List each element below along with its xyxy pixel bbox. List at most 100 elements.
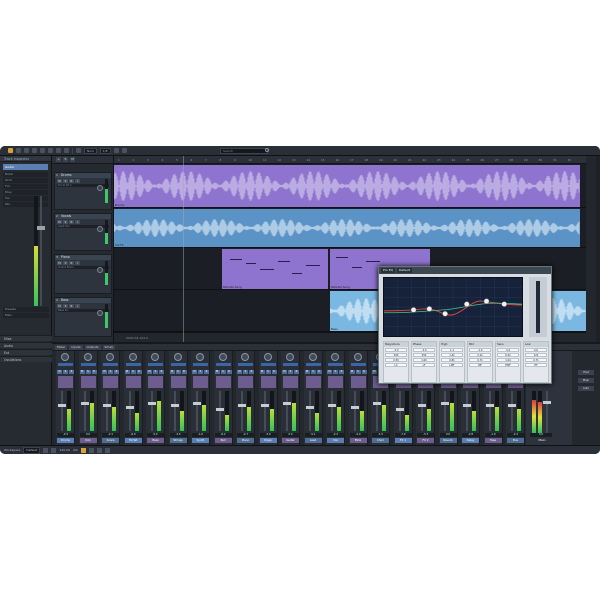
vertical-scrollbar[interactable] xyxy=(586,156,596,342)
mixer-tab[interactable]: Mixer xyxy=(55,344,68,350)
eq-band-param[interactable]: 1.04 xyxy=(497,358,519,362)
mute-button[interactable]: M xyxy=(102,370,107,374)
inspector-section-audio[interactable]: Audio xyxy=(0,342,52,348)
quantize-select[interactable]: 1/8 xyxy=(99,147,111,154)
eq-band-param[interactable]: 2.1k xyxy=(469,353,491,357)
solo-button[interactable]: S xyxy=(108,370,113,374)
search-icon[interactable] xyxy=(265,148,269,152)
rewind-icon[interactable] xyxy=(104,447,110,453)
eraser-tool-icon[interactable] xyxy=(48,148,53,153)
loop-icon[interactable] xyxy=(43,447,49,453)
eq-band-param[interactable]: 4.4 xyxy=(497,348,519,352)
eq-band-param[interactable]: 0.71 xyxy=(469,358,491,362)
undo-icon[interactable] xyxy=(113,148,119,153)
eq-band-param[interactable]: LF xyxy=(413,363,435,367)
auto-button[interactable]: Auto xyxy=(578,386,594,391)
inspector-output-value[interactable]: Main xyxy=(3,313,49,318)
solo-button[interactable]: S xyxy=(243,370,248,374)
send-slot[interactable] xyxy=(305,376,321,388)
mute-button[interactable]: M xyxy=(349,370,355,374)
insert-slot[interactable] xyxy=(148,363,163,366)
monitor-button[interactable]: I xyxy=(75,179,80,183)
pan-knob[interactable] xyxy=(61,353,69,361)
channel-fader[interactable] xyxy=(125,391,134,431)
channel-fader[interactable] xyxy=(485,391,494,431)
solo-button[interactable]: S xyxy=(63,220,68,224)
record-button[interactable]: R xyxy=(294,370,299,374)
channel-fader[interactable] xyxy=(373,391,381,431)
volume-knob[interactable] xyxy=(97,310,103,316)
split-tool-icon[interactable] xyxy=(40,148,45,153)
eq-band-param[interactable]: MF xyxy=(469,363,491,367)
channel-fader[interactable] xyxy=(103,391,111,431)
eq-band-param[interactable]: 1.1 xyxy=(441,348,463,352)
solo-button[interactable]: S xyxy=(288,370,293,374)
solo-button[interactable]: S xyxy=(63,370,68,374)
paint-tool-icon[interactable] xyxy=(56,148,61,153)
send-slot[interactable] xyxy=(125,376,141,388)
record-button[interactable]: R xyxy=(159,370,164,374)
channel-fader[interactable] xyxy=(58,391,66,431)
mixer-tab[interactable]: Outputs xyxy=(84,344,101,350)
track-mute-all-button[interactable]: M xyxy=(70,157,75,162)
record-button[interactable]: R xyxy=(69,370,74,374)
eq-band-param[interactable]: HF xyxy=(525,363,547,367)
eq-band-param[interactable]: 1.4k xyxy=(441,353,463,357)
pan-knob[interactable] xyxy=(241,353,249,361)
mute-button[interactable]: M xyxy=(124,370,130,374)
inspector-row[interactable]: Nuter xyxy=(3,172,48,177)
record-button[interactable]: R xyxy=(204,370,209,374)
inspector-section-mixa[interactable]: Mixa xyxy=(0,335,52,341)
insert-slot[interactable] xyxy=(238,363,253,366)
insert-slot[interactable] xyxy=(58,363,73,366)
channel-fader[interactable] xyxy=(463,391,471,431)
mute-button[interactable]: M xyxy=(259,370,265,374)
stop-icon[interactable] xyxy=(96,447,102,453)
channel-fader[interactable] xyxy=(395,391,404,431)
mute-button[interactable]: M xyxy=(57,304,62,308)
inspector-row[interactable]: Dlay xyxy=(3,190,48,195)
record-button[interactable]: R xyxy=(226,370,232,374)
workspace-select[interactable]: Default xyxy=(23,446,41,454)
solo-button[interactable]: S xyxy=(220,370,226,374)
pan-knob[interactable] xyxy=(106,353,114,361)
channel-fader[interactable] xyxy=(305,391,314,431)
inspector-row[interactable]: Fcn xyxy=(3,184,48,189)
pan-knob[interactable] xyxy=(173,353,182,361)
track-solo-all-button[interactable]: S xyxy=(63,157,68,162)
mute-button[interactable]: M xyxy=(372,370,377,374)
channel-fader[interactable] xyxy=(238,391,246,431)
record-button[interactable]: R xyxy=(249,370,254,374)
eq-band-param[interactable]: 250 xyxy=(413,353,435,357)
pan-knob[interactable] xyxy=(331,353,339,361)
plugin-preset-select[interactable]: Default xyxy=(396,268,412,273)
track-header-piano[interactable]: 3 Piano MSRI Grand Piano xyxy=(54,254,112,294)
solo-button[interactable]: S xyxy=(198,370,203,374)
send-slot[interactable] xyxy=(80,376,96,388)
send-slot[interactable] xyxy=(260,376,276,388)
monitor-button[interactable]: I xyxy=(75,304,80,308)
pan-knob[interactable] xyxy=(128,353,137,361)
add-track-button[interactable]: + xyxy=(56,157,61,162)
mute-button[interactable]: M xyxy=(214,370,220,374)
volume-knob[interactable] xyxy=(97,226,103,232)
save-icon[interactable] xyxy=(16,148,21,153)
channel-fader[interactable] xyxy=(508,391,516,431)
eq-band-param[interactable]: 0.81 xyxy=(441,358,463,362)
metronome-icon[interactable] xyxy=(51,447,57,453)
send-slot[interactable] xyxy=(103,376,118,388)
record-button[interactable]: R xyxy=(69,179,74,183)
eq-band-param[interactable]: 12k xyxy=(525,353,547,357)
pan-knob[interactable] xyxy=(308,353,317,361)
eq-band-param[interactable]: LMF xyxy=(441,363,463,367)
channel-fader[interactable] xyxy=(418,391,426,431)
master-fader[interactable] xyxy=(543,391,551,433)
solo-button[interactable]: S xyxy=(130,370,136,374)
mute-button[interactable]: M xyxy=(327,370,332,374)
insert-slot[interactable] xyxy=(350,363,366,366)
insert-slot[interactable] xyxy=(305,363,321,366)
inspector-track-name[interactable]: Guitar xyxy=(3,164,48,170)
mute-button[interactable]: M xyxy=(169,370,175,374)
eq-band-param[interactable]: HMF xyxy=(497,363,519,367)
pan-knob[interactable] xyxy=(196,353,204,361)
